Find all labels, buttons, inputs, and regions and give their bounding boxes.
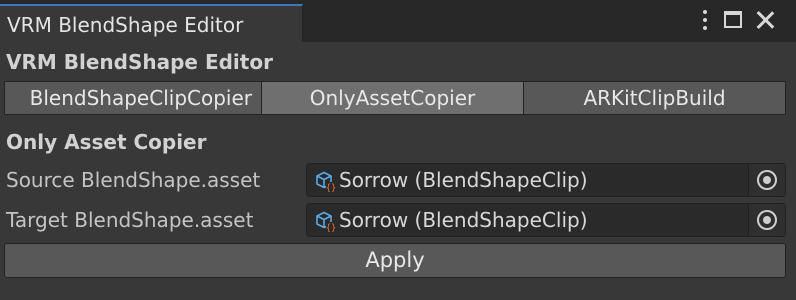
window-tab-title: VRM BlendShape Editor <box>7 13 244 37</box>
svg-text:{}: {} <box>326 224 337 234</box>
tab-label: OnlyAssetCopier <box>309 86 476 110</box>
tool-toolbar: BlendShapeClipCopier OnlyAssetCopier ARK… <box>4 81 786 115</box>
tab-arkit-clip-build[interactable]: ARKitClipBuild <box>523 81 786 115</box>
svg-text:{}: {} <box>326 184 337 194</box>
object-picker-icon[interactable] <box>748 204 785 236</box>
tab-label: BlendShapeClipCopier <box>29 86 252 110</box>
close-icon[interactable] <box>753 8 777 32</box>
tab-label: ARKitClipBuild <box>583 86 726 110</box>
blendshape-asset-icon: {} <box>316 171 337 194</box>
apply-button[interactable]: Apply <box>4 243 786 278</box>
maximize-icon[interactable] <box>721 8 745 32</box>
window-titlebar: VRM BlendShape Editor <box>0 0 796 42</box>
source-field-label: Source BlendShape.asset <box>6 168 261 192</box>
window-tab[interactable]: VRM BlendShape Editor <box>0 4 303 42</box>
section-title: Only Asset Copier <box>6 130 207 154</box>
source-field-row: Source BlendShape.asset {} Sorrow (Blend… <box>0 163 796 197</box>
object-picker-icon[interactable] <box>748 164 785 196</box>
source-object-value: Sorrow (BlendShapeClip) <box>339 168 588 192</box>
source-object-field[interactable]: {} Sorrow (BlendShapeClip) <box>306 163 786 197</box>
page-title: VRM BlendShape Editor <box>6 50 273 74</box>
target-object-field[interactable]: {} Sorrow (BlendShapeClip) <box>306 203 786 237</box>
kebab-menu-icon[interactable] <box>693 8 717 32</box>
tab-blendshape-clip-copier[interactable]: BlendShapeClipCopier <box>4 81 262 115</box>
target-field-label: Target BlendShape.asset <box>6 208 254 232</box>
target-object-value: Sorrow (BlendShapeClip) <box>339 208 588 232</box>
target-field-row: Target BlendShape.asset {} Sorrow (Blend… <box>0 203 796 237</box>
blendshape-asset-icon: {} <box>316 211 337 234</box>
tab-only-asset-copier[interactable]: OnlyAssetCopier <box>261 81 524 115</box>
